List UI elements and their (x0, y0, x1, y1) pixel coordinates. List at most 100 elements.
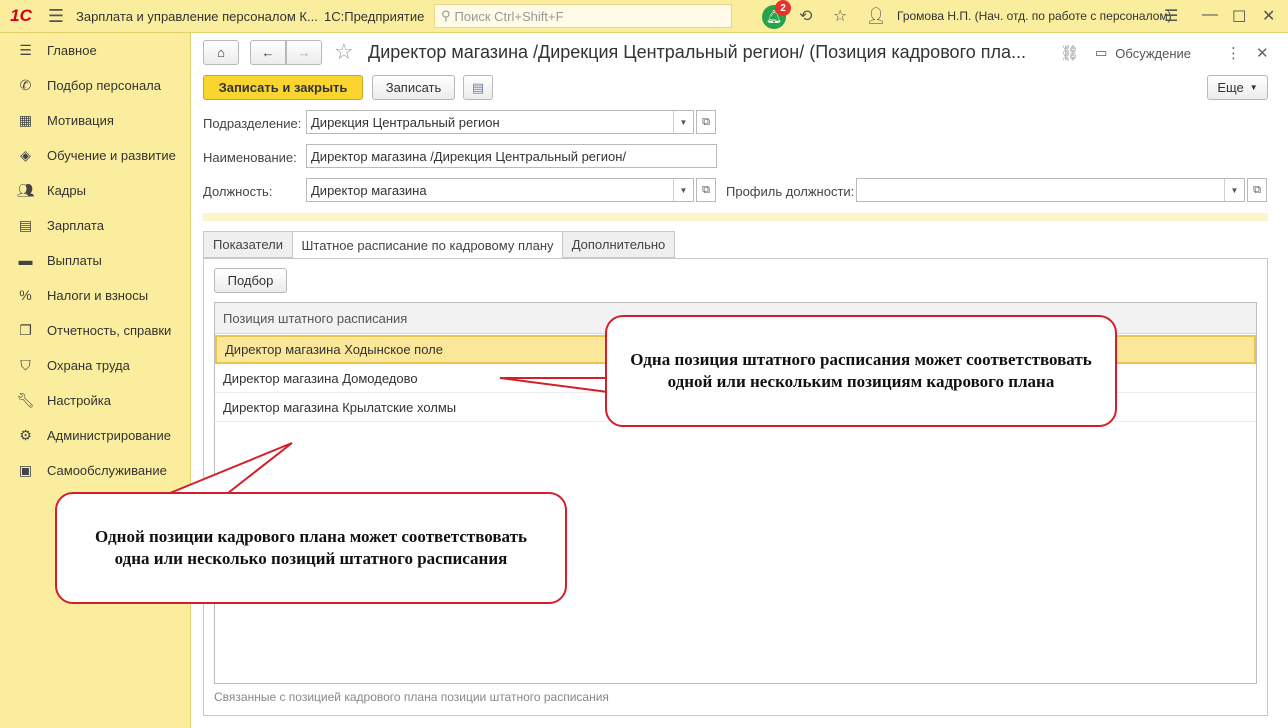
user-icon[interactable]: 👤︎ (866, 6, 886, 26)
sidebar-item-label: Отчетность, справки (47, 322, 172, 338)
sidebar-item-label: Главное (47, 42, 97, 58)
name-label: Наименование: (203, 150, 297, 165)
subdivision-value: Дирекция Центральный регион (311, 114, 500, 130)
save-button[interactable]: Записать (372, 75, 455, 100)
app-logo[interactable]: 1С (0, 0, 42, 33)
discussion-label: Обсуждение (1115, 45, 1192, 61)
maximize-icon[interactable]: ☐ (1232, 7, 1246, 27)
position-label: Должность: (203, 184, 273, 199)
sidebar-item-payments[interactable]: ▬ Выплаты (0, 243, 190, 277)
sidebar-item-main[interactable]: ☰ Главное (0, 33, 190, 67)
chevron-down-icon[interactable]: ▼ (1224, 179, 1244, 201)
graduation-cap-icon: ◈ (20, 146, 31, 163)
chevron-down-icon[interactable]: ▼ (673, 111, 693, 133)
divider-stripe (203, 213, 1268, 221)
tab-additional[interactable]: Дополнительно (562, 231, 675, 258)
tab-indicators[interactable]: Показатели (203, 231, 293, 258)
open-icon: ⧉ (702, 183, 710, 196)
open-icon: ⧉ (702, 115, 710, 128)
sidebar-item-label: Настройка (47, 392, 111, 408)
shield-icon: ⛉ (20, 356, 31, 373)
open-position-button[interactable]: ⧉ (696, 178, 716, 202)
sidebar-item-salary[interactable]: ▤ Зарплата (0, 208, 190, 242)
page-title: Директор магазина /Дирекция Центральный … (368, 42, 1027, 62)
sidebar-item-label: Самообслуживание (47, 462, 167, 478)
wrench-icon: 🔧︎ (16, 391, 35, 408)
sidebar-item-taxes[interactable]: % Налоги и взносы (0, 278, 190, 312)
discussion-button[interactable]: ▭ Обсуждение (1095, 45, 1191, 61)
sidebar-item-safety[interactable]: ⛉ Охрана труда (0, 348, 190, 382)
gear-icon: ⚙ (19, 426, 32, 443)
sidebar-item-label: Подбор персонала (47, 77, 161, 93)
notifications-badge: 2 (775, 0, 791, 16)
reports-icon: ❐ (19, 321, 32, 338)
save-and-close-button[interactable]: Записать и закрыть (203, 75, 363, 100)
sidebar-item-label: Кадры (47, 182, 86, 198)
back-button[interactable]: ← (250, 40, 286, 65)
gift-icon: ▦ (18, 111, 33, 128)
open-profile-button[interactable]: ⧉ (1247, 178, 1267, 202)
sidebar-item-motivation[interactable]: ▦ Мотивация (0, 103, 190, 137)
home-button[interactable]: ⌂ (203, 40, 239, 65)
arrow-right-icon: → (297, 45, 311, 60)
more-button[interactable]: Еще ▼ (1207, 75, 1268, 100)
subdivision-label: Подразделение: (203, 116, 302, 131)
link-icon[interactable]: ⛓ (1060, 44, 1079, 62)
sidebar-item-label: Мотивация (47, 112, 114, 128)
platform-label: 1С:Предприятие (324, 8, 425, 24)
name-value: Директор магазина /Дирекция Центральный … (311, 148, 627, 164)
chat-icon: ▭ (1095, 45, 1108, 60)
tab-staffing-by-plan[interactable]: Штатное расписание по кадровому плану (292, 231, 563, 259)
name-field[interactable]: Директор магазина /Дирекция Центральный … (306, 144, 717, 168)
settings-menu-icon[interactable]: ☰ (1164, 6, 1178, 26)
phone-icon: ✆ (19, 76, 32, 93)
chevron-down-icon: ▼ (1249, 83, 1258, 92)
select-button[interactable]: Подбор (214, 268, 287, 293)
sidebar-item-label: Обучение и развитие (47, 147, 176, 163)
callout-bottom: Одной позиции кадрового плана может соот… (55, 492, 567, 604)
history-icon[interactable]: ⟲ (799, 6, 812, 26)
sidebar: ☰ Главное ✆ Подбор персонала ▦ Мотивация ◈ О… (0, 33, 191, 728)
close-icon[interactable]: ✕ (1262, 6, 1275, 26)
star-icon[interactable]: ☆ (334, 39, 354, 65)
position-field[interactable]: Директор магазина ▼ (306, 178, 694, 202)
report-button[interactable]: ▤ (463, 75, 493, 100)
arrow-left-icon: ← (261, 45, 275, 60)
minimize-icon[interactable]: — (1202, 6, 1218, 24)
id-card-icon: ▣ (18, 461, 33, 478)
close-form-icon[interactable]: ✕ (1256, 44, 1269, 62)
people-icon: 👥︎ (16, 181, 35, 198)
sidebar-item-settings[interactable]: 🔧︎ Настройка (0, 383, 190, 417)
calculator-icon: ▤ (18, 216, 33, 233)
user-name[interactable]: Громова Н.П. (Нач. отд. по работе с перс… (897, 9, 1172, 23)
forward-button[interactable]: → (286, 40, 322, 65)
open-icon: ⧉ (1253, 183, 1261, 196)
sidebar-item-recruitment[interactable]: ✆ Подбор персонала (0, 68, 190, 102)
notifications-button[interactable]: 🔔︎ 2 (762, 0, 791, 29)
home-icon: ⌂ (217, 45, 225, 60)
sidebar-item-reports[interactable]: ❐ Отчетность, справки (0, 313, 190, 347)
search-input[interactable]: ⚲ Поиск Ctrl+Shift+F (434, 4, 732, 28)
menu-icon: ☰ (19, 41, 32, 58)
percent-icon: % (19, 287, 32, 303)
sidebar-item-personnel[interactable]: 👥︎ Кадры (0, 173, 190, 207)
sidebar-item-label: Налоги и взносы (47, 287, 149, 303)
wallet-icon: ▬ (18, 252, 33, 268)
search-icon: ⚲ (441, 8, 451, 23)
top-bar: 1С ☰ Зарплата и управление персоналом К.… (0, 0, 1288, 33)
sidebar-item-label: Зарплата (47, 217, 104, 233)
open-subdivision-button[interactable]: ⧉ (696, 110, 716, 134)
search-placeholder: Поиск Ctrl+Shift+F (454, 8, 564, 24)
app-title: Зарплата и управление персоналом К... (76, 8, 318, 24)
more-vert-icon[interactable]: ⋮ (1226, 44, 1241, 62)
sidebar-item-training[interactable]: ◈ Обучение и развитие (0, 138, 190, 172)
chevron-down-icon[interactable]: ▼ (673, 179, 693, 201)
sidebar-item-label: Охрана труда (47, 357, 130, 373)
sidebar-item-self-service[interactable]: ▣ Самообслуживание (0, 453, 190, 487)
sidebar-item-label: Администрирование (47, 427, 171, 443)
favorites-icon[interactable]: ☆ (833, 6, 847, 26)
profile-field[interactable]: ▼ (856, 178, 1245, 202)
main-menu-icon[interactable]: ☰ (42, 0, 70, 33)
sidebar-item-administration[interactable]: ⚙ Администрирование (0, 418, 190, 452)
subdivision-field[interactable]: Дирекция Центральный регион ▼ (306, 110, 694, 134)
